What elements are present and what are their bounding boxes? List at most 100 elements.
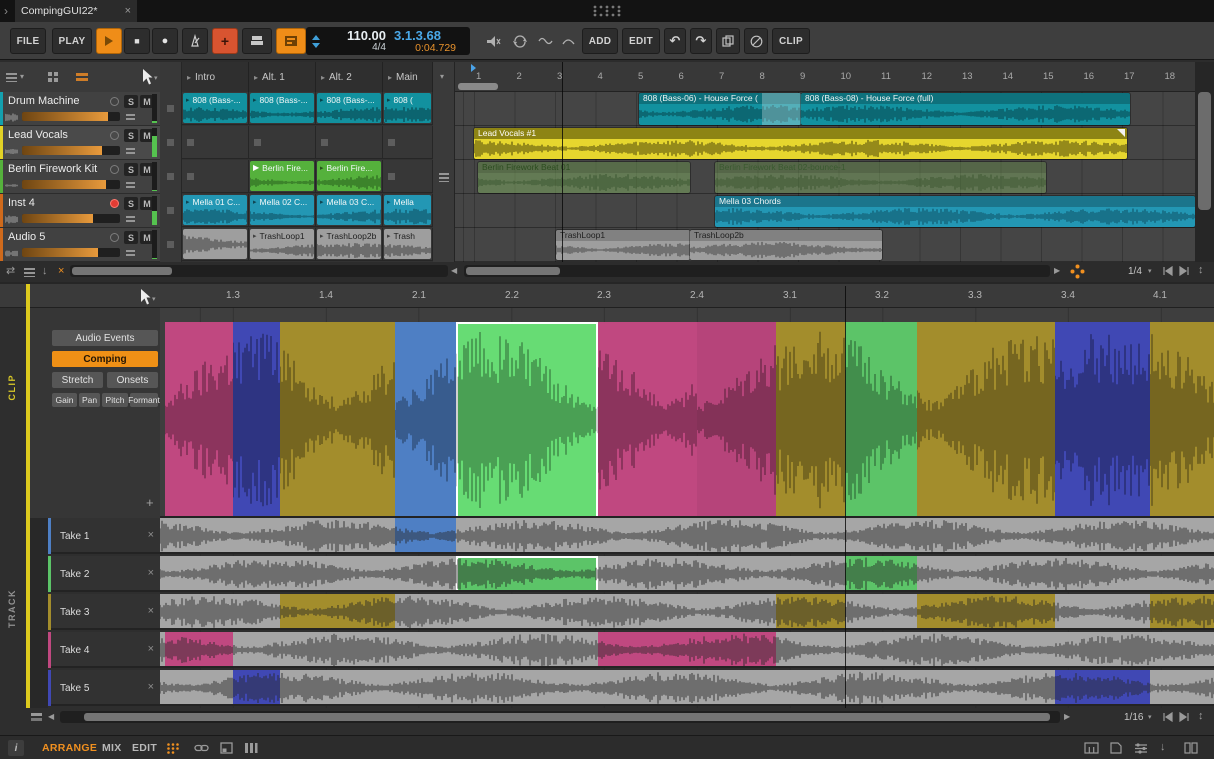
stop-button[interactable]: ■ <box>124 28 150 54</box>
record-arm-button[interactable] <box>110 199 119 208</box>
undo-button[interactable]: ↶ <box>664 28 686 54</box>
clip-slot-empty[interactable] <box>383 126 433 159</box>
prev-step-icon[interactable] <box>1162 712 1174 722</box>
take-label[interactable]: Take 5 × <box>48 670 160 706</box>
clip-stop-button[interactable] <box>187 139 194 146</box>
clip-play-icon[interactable]: ▸ <box>253 198 257 206</box>
tempo-up-icon[interactable] <box>312 35 320 40</box>
clip-slot[interactable]: ▸Mella 02 C... <box>249 194 316 227</box>
clip-slot[interactable]: ▸Mella 01 C... <box>182 194 249 227</box>
audio-events-button[interactable]: Audio Events <box>52 330 158 346</box>
lanes-stack-icon[interactable] <box>30 712 43 724</box>
volume-slider[interactable] <box>22 248 120 257</box>
scroll-left-icon[interactable]: ◀ <box>48 713 54 721</box>
clip-stop-button[interactable] <box>388 139 395 146</box>
scrollbar-thumb[interactable] <box>84 713 1050 721</box>
scene-play-icon[interactable]: ▸ <box>187 73 191 82</box>
tool-chevron-icon[interactable]: ▾ <box>154 75 158 82</box>
comping-button[interactable]: Comping <box>52 351 158 367</box>
comp-segment[interactable] <box>1055 322 1150 518</box>
arranger-h-scrollbar[interactable] <box>464 265 1050 277</box>
onsets-button[interactable]: Onsets <box>107 372 158 388</box>
comp-segment[interactable] <box>776 322 845 518</box>
scene-play-icon[interactable]: ▸ <box>321 73 325 82</box>
track-row-berlin-firework[interactable]: Berlin Firework Kit S M <box>0 160 160 193</box>
arranger-snap-value[interactable]: 1/4 <box>1128 266 1142 277</box>
sub-scene-icon[interactable] <box>439 173 449 182</box>
comp-segment[interactable] <box>280 322 395 518</box>
clip-slot[interactable]: ▸808 (Bass-... <box>316 92 383 125</box>
tab-edit[interactable]: EDIT <box>132 742 157 754</box>
scene-header[interactable]: ▸Main <box>383 62 433 92</box>
add-take-button[interactable]: + <box>146 496 154 509</box>
launcher-clip[interactable]: ▸Mella 02 C... <box>250 195 314 225</box>
comp-segment[interactable] <box>165 322 233 518</box>
loop-button[interactable] <box>508 28 532 54</box>
track-stop-button[interactable] <box>167 173 174 180</box>
clip-playing-icon[interactable]: ▶ <box>253 163 259 172</box>
clip-stop-button[interactable] <box>388 173 395 180</box>
delete-take-icon[interactable]: × <box>148 529 154 541</box>
track-name[interactable]: Berlin Firework Kit <box>8 163 97 175</box>
mixer-panel-icon[interactable] <box>1184 742 1198 754</box>
clip-slot[interactable]: ▸Mella 03 C... <box>316 194 383 227</box>
clip-play-icon[interactable]: ▸ <box>320 96 324 104</box>
file-button[interactable]: FILE <box>10 28 46 54</box>
monitor-button[interactable] <box>110 233 119 242</box>
clip-stop-button[interactable] <box>321 139 328 146</box>
clip-play-icon[interactable]: ▸ <box>186 198 190 206</box>
clip-play-icon[interactable]: ▸ <box>387 96 391 104</box>
scene-header[interactable]: ▸Intro <box>182 62 249 92</box>
take-lane-4[interactable] <box>160 632 1214 668</box>
formant-button[interactable]: Formant <box>130 393 158 407</box>
comp-segment[interactable] <box>917 322 1055 518</box>
take-label[interactable]: Take 3 × <box>48 594 160 630</box>
project-tab[interactable]: CompingGUI22* × <box>15 0 137 22</box>
arranger-clip-lead-vocals[interactable]: Lead Vocals #1 <box>474 128 1127 159</box>
chevron-down-icon[interactable]: ▾ <box>20 73 24 81</box>
take-lane-3[interactable] <box>160 594 1214 630</box>
punch-record-button[interactable]: + <box>212 28 238 54</box>
track-stop-button[interactable] <box>167 105 174 112</box>
arranger-playhead[interactable] <box>562 62 563 262</box>
solo-button[interactable]: S <box>124 163 138 176</box>
redo-button[interactable]: ↷ <box>690 28 712 54</box>
comp-segment[interactable] <box>395 322 456 518</box>
next-step-icon[interactable] <box>1178 266 1190 276</box>
transport-display[interactable]: 110.00 4/4 3.1.3.68 0:04.729 <box>306 27 470 55</box>
play-button[interactable] <box>96 28 122 54</box>
chevron-down-icon[interactable]: ▾ <box>1148 714 1152 721</box>
tab-clip[interactable]: CLIP <box>7 374 17 401</box>
track-row-audio-5[interactable]: Audio 5 S M <box>0 228 160 261</box>
clip-slot-empty[interactable] <box>316 126 383 159</box>
arranger-vertical-scrollbar[interactable] <box>1195 62 1214 262</box>
launcher-clip[interactable]: ▸808 ( <box>384 93 431 123</box>
launcher-clip[interactable]: ▸TrashLoop1 <box>250 229 314 259</box>
clip-slot-empty[interactable] <box>249 126 316 159</box>
clip-slot[interactable]: ▸TrashLoop1 <box>249 228 316 261</box>
track-name[interactable]: Lead Vocals <box>8 129 68 141</box>
edit-button[interactable]: EDIT <box>622 28 660 54</box>
expand-icon[interactable]: ↕ <box>1198 265 1204 276</box>
layers-icon[interactable] <box>6 73 17 82</box>
monitor-button[interactable] <box>110 97 119 106</box>
take-lane-2[interactable] <box>160 556 1214 592</box>
editor-ruler[interactable]: 1.3 1.4 2.1 2.2 2.3 2.4 3.1 3.2 3.3 3.4 … <box>0 284 1214 308</box>
tab-mix[interactable]: MIX <box>102 742 122 754</box>
record-button[interactable]: ● <box>152 28 178 54</box>
comp-segment-selected[interactable] <box>456 322 598 518</box>
scroll-right-icon[interactable]: ▶ <box>1054 267 1060 275</box>
scrollbar-thumb[interactable] <box>72 267 172 275</box>
follow-playhead-icon[interactable]: ⇄ <box>6 266 15 277</box>
editor-snap-value[interactable]: 1/16 <box>1124 712 1143 723</box>
scene-header[interactable]: ▸Alt. 1 <box>249 62 316 92</box>
arranger-clip-berlin-02[interactable]: Berlin Firework Beat 02-bounce-1 <box>715 162 1046 193</box>
close-panel-icon[interactable]: × <box>58 266 64 277</box>
scene-play-icon[interactable]: ▸ <box>388 73 392 82</box>
arranger-clip-trashloop1[interactable]: TrashLoop1 <box>556 230 690 260</box>
automation-panel-icon[interactable] <box>1134 742 1148 754</box>
launcher-h-scrollbar[interactable] <box>70 265 448 277</box>
gain-button[interactable]: Gain <box>52 393 77 407</box>
clip-slot[interactable]: ▸808 (Bass-... <box>182 92 249 125</box>
clip-slot[interactable]: ▸Berlin Fire... <box>316 160 383 193</box>
